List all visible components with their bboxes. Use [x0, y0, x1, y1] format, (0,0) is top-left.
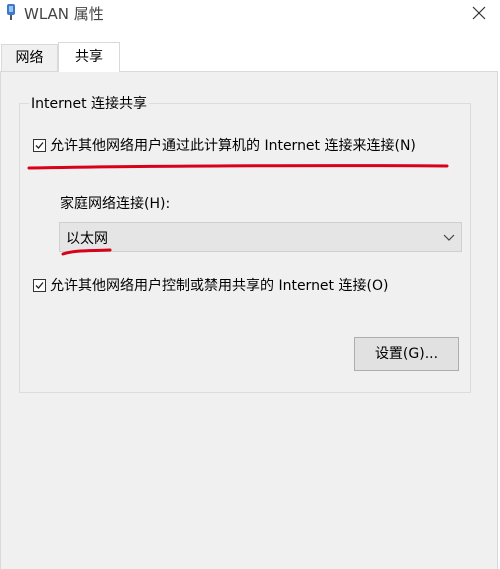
close-icon[interactable]	[468, 2, 490, 24]
wifi-adapter-icon	[4, 3, 18, 21]
red-annotation-underline	[61, 248, 112, 256]
allow-control-checkbox[interactable]	[33, 278, 46, 292]
chevron-down-icon	[443, 231, 455, 243]
tab-strip: 网络 共享	[0, 42, 500, 72]
window-title: WLAN 属性	[24, 5, 104, 23]
wlan-properties-dialog: WLAN 属性 网络 共享 Internet 连接共享 允许其他网络用户通过此计…	[0, 0, 500, 569]
allow-control-label: 允许其他网络用户控制或禁用共享的 Internet 连接(O)	[50, 278, 389, 294]
allow-share-checkbox-row[interactable]: 允许其他网络用户通过此计算机的 Internet 连接来连接(N)	[33, 135, 416, 155]
group-title: Internet 连接共享	[29, 93, 150, 113]
home-network-label: 家庭网络连接(H):	[60, 196, 171, 212]
allow-control-checkbox-row[interactable]: 允许其他网络用户控制或禁用共享的 Internet 连接(O)	[33, 275, 388, 295]
tab-network[interactable]: 网络	[1, 44, 58, 71]
tab-sharing[interactable]: 共享	[58, 42, 120, 72]
title-bar: WLAN 属性	[0, 0, 500, 30]
home-network-value: 以太网	[66, 231, 108, 247]
home-network-dropdown[interactable]: 以太网	[59, 222, 462, 252]
settings-button[interactable]: 设置(G)...	[354, 337, 459, 371]
red-annotation-line	[27, 164, 449, 170]
allow-share-checkbox[interactable]	[33, 138, 46, 152]
allow-share-label: 允许其他网络用户通过此计算机的 Internet 连接来连接(N)	[50, 138, 416, 154]
